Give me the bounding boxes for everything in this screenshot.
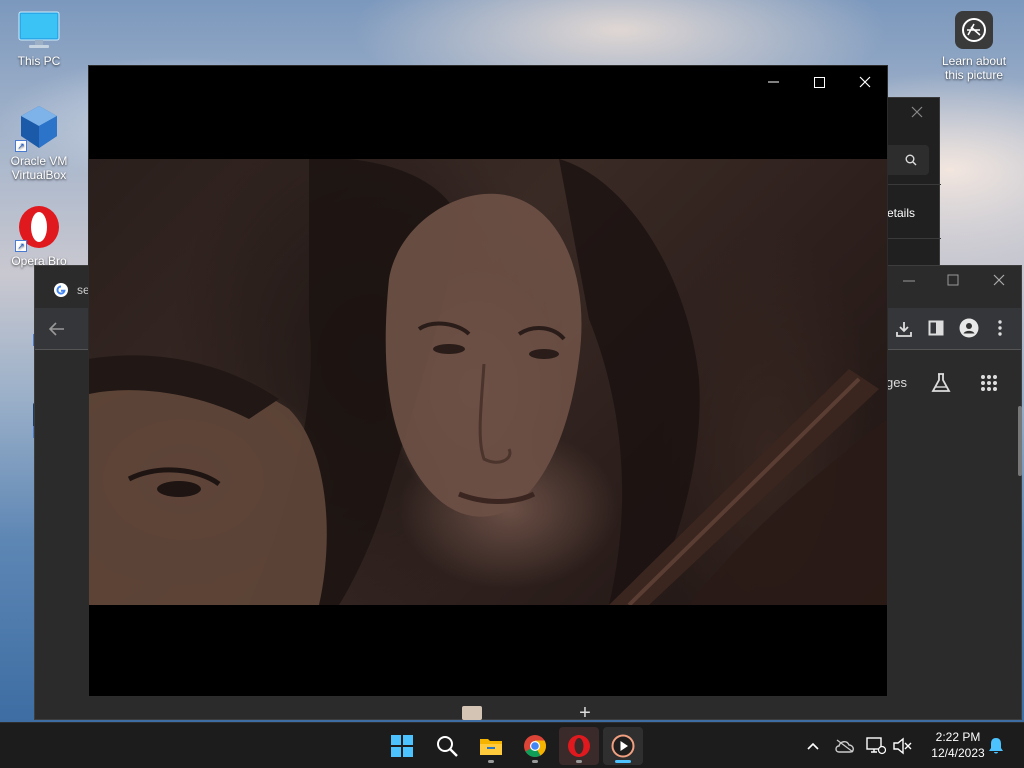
chrome-scrollbar[interactable] [1018,406,1022,476]
camera-lens-icon [955,11,993,49]
chrome-button[interactable] [515,727,555,765]
spotlight-label: Learn about this picture [941,54,1007,82]
more-vert-icon[interactable] [997,320,1003,336]
shortcut-arrow-icon: ↗ [15,140,27,152]
settings-window: etails [880,97,941,267]
notification-bell-icon [989,738,1003,754]
settings-divider [881,184,941,185]
shortcut-arrow-icon: ↗ [15,240,27,252]
minimize-icon [767,81,779,83]
desktop-icon-label: This PC [17,54,61,68]
notifications-button[interactable] [985,735,1007,757]
close-icon[interactable] [911,106,923,118]
chrome-shortcut-tile[interactable] [462,706,482,720]
settings-search-box[interactable] [881,145,929,175]
network-icon [866,737,886,755]
apps-grid-icon[interactable] [980,374,998,392]
video-frame[interactable] [89,159,887,605]
search-icon [905,154,917,166]
opera-icon [568,735,590,757]
taskbar: 2:22 PM 12/4/2023 [0,722,1024,768]
labs-flask-icon[interactable] [931,372,951,394]
spotlight-learn-about-picture[interactable]: Learn about this picture [936,10,1012,82]
chrome-partial-text[interactable]: ges [886,375,907,390]
network-button[interactable] [865,735,887,757]
onedrive-button[interactable] [834,735,856,757]
start-button[interactable] [382,727,422,765]
close-icon [859,76,871,88]
back-arrow-icon[interactable] [49,322,65,336]
desktop-icon-this-pc[interactable]: This PC [1,10,77,68]
maximize-icon [813,76,825,88]
settings-details-link[interactable]: etails [887,206,915,220]
chrome-icon [524,735,546,757]
maximize-icon[interactable] [947,274,959,286]
video-scene-image [89,159,887,605]
running-indicator [488,760,494,763]
windows-logo-icon [391,735,413,757]
desktop-icon-virtualbox[interactable]: ↗ Oracle VM VirtualBox [1,104,77,182]
profile-icon[interactable] [959,318,979,338]
side-panel-icon[interactable] [928,320,944,336]
maximize-button[interactable] [796,66,842,98]
onedrive-cloud-icon [835,739,854,753]
add-shortcut-button[interactable]: + [571,703,599,723]
running-indicator [576,760,582,763]
minimize-button[interactable] [750,66,796,98]
file-explorer-button[interactable] [471,727,511,765]
settings-divider [881,238,941,239]
google-g-icon [54,283,68,297]
media-player-button[interactable] [603,727,643,765]
close-button[interactable] [842,66,888,98]
close-icon[interactable] [993,274,1005,286]
minimize-icon[interactable] [903,280,915,282]
show-hidden-icons-button[interactable] [802,735,824,757]
media-player-window [88,65,888,697]
opera-button[interactable] [559,727,599,765]
chevron-up-icon [807,742,819,750]
desktop-icon-label: Oracle VM VirtualBox [10,154,68,182]
volume-button[interactable] [891,735,913,757]
play-circle-icon [611,734,635,758]
folder-icon [480,739,502,755]
search-button[interactable] [427,727,467,765]
search-icon [437,736,458,757]
download-icon[interactable] [895,320,913,338]
running-indicator [532,760,538,763]
computer-monitor-icon [18,11,60,48]
desktop-icon-opera[interactable]: ↗ Opera Bro [1,204,77,268]
volume-muted-icon [893,737,912,755]
active-indicator [615,760,631,763]
